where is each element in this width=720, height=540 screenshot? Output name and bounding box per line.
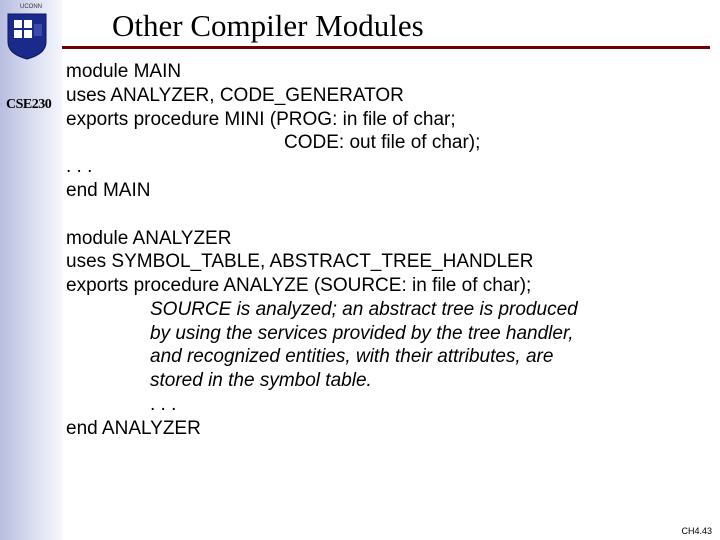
code-line: exports procedure MINI (PROG: in file of… — [66, 108, 706, 132]
institution-name: UCONN — [6, 4, 56, 10]
desc-line: by using the services provided by the tr… — [66, 322, 706, 346]
institution-logo: UCONN — [6, 4, 56, 65]
code-line: CODE: out file of char); — [66, 131, 706, 155]
sidebar-gradient — [0, 0, 62, 540]
code-line: . . . — [66, 393, 706, 417]
desc-line: stored in the symbol table. — [66, 369, 706, 393]
code-line: module ANALYZER — [66, 227, 706, 251]
slide-number: CH4.43 — [681, 526, 712, 536]
code-line: . . . — [66, 155, 706, 179]
analyzer-module-block: module ANALYZER uses SYMBOL_TABLE, ABSTR… — [66, 227, 706, 441]
slide-content: module MAIN uses ANALYZER, CODE_GENERATO… — [66, 60, 706, 440]
code-line: exports procedure ANALYZE (SOURCE: in fi… — [66, 274, 706, 298]
code-line: module MAIN — [66, 60, 706, 84]
desc-line: SOURCE is analyzed; an abstract tree is … — [66, 298, 706, 322]
code-line: uses ANALYZER, CODE_GENERATOR — [66, 84, 706, 108]
shield-icon — [6, 12, 48, 60]
title-divider — [62, 46, 710, 49]
code-line: end MAIN — [66, 179, 706, 203]
page-title: Other Compiler Modules — [112, 8, 424, 44]
desc-line: and recognized entities, with their attr… — [66, 345, 706, 369]
code-line: end ANALYZER — [66, 417, 706, 441]
main-module-block: module MAIN uses ANALYZER, CODE_GENERATO… — [66, 60, 706, 203]
code-line: uses SYMBOL_TABLE, ABSTRACT_TREE_HANDLER — [66, 250, 706, 274]
course-code: CSE230 — [6, 97, 51, 113]
